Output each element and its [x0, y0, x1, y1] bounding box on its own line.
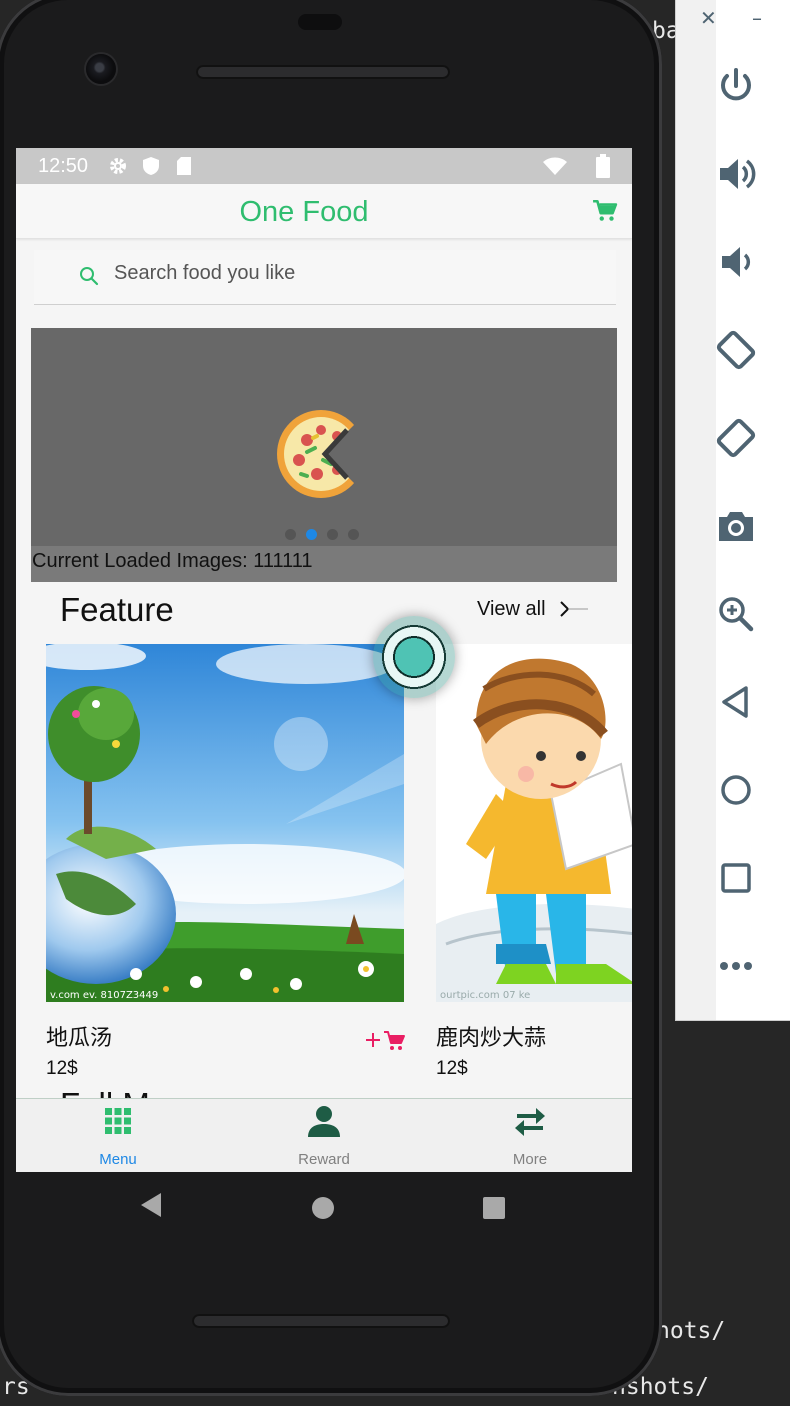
shield-icon: [143, 157, 159, 175]
chevron-right-icon[interactable]: [556, 598, 588, 620]
home-icon[interactable]: [714, 768, 758, 812]
pizza-loading-icon: [277, 408, 373, 502]
nav-label-menu: Menu: [99, 1151, 137, 1168]
banner-pager: [285, 529, 365, 541]
nav-recent-icon[interactable]: [483, 1197, 505, 1219]
food-name-2: 鹿肉炒大蒜: [436, 1025, 547, 1050]
volume-up-icon[interactable]: [714, 152, 758, 196]
food-image-2[interactable]: ourtpic.com 07 ke: [436, 644, 632, 1002]
pager-dot[interactable]: [327, 529, 338, 540]
banner-caption: Current Loaded Images: 111111: [31, 546, 617, 582]
overview-icon[interactable]: [714, 856, 758, 900]
app-title: One Food: [239, 196, 369, 228]
toolbar-strip: [676, 0, 716, 1020]
bottom-speaker: [192, 1314, 450, 1328]
power-icon[interactable]: [714, 64, 758, 108]
bottom-navigation: Menu Reward More: [16, 1098, 632, 1172]
phone-notch: [298, 14, 342, 30]
view-all-link[interactable]: View all: [477, 598, 546, 621]
rotate-left-icon[interactable]: [714, 328, 758, 372]
swap-arrows-icon: [515, 1108, 545, 1136]
top-speaker: [196, 65, 450, 79]
cart-icon[interactable]: [592, 198, 618, 224]
volume-down-icon[interactable]: [714, 240, 758, 284]
pager-dot[interactable]: [285, 529, 296, 540]
watermark-2: ourtpic.com 07 ke: [440, 990, 530, 1001]
zoom-in-icon[interactable]: [714, 592, 758, 636]
nav-back-icon[interactable]: [136, 1190, 166, 1220]
battery-icon: [596, 154, 610, 178]
minimize-icon[interactable]: –: [752, 6, 762, 30]
feature-title: Feature: [60, 591, 174, 628]
add-to-cart-icon[interactable]: [364, 1028, 406, 1052]
front-camera: [86, 54, 116, 84]
search-bar[interactable]: Search food you like: [34, 250, 616, 305]
nav-item-menu[interactable]: Menu: [58, 1105, 178, 1168]
settings-icon: [110, 158, 126, 174]
app-bar: One Food: [16, 184, 632, 239]
search-icon: [80, 267, 99, 286]
camera-icon[interactable]: [714, 504, 758, 548]
watermark-1: v.com ev. 8107Z3449: [50, 990, 158, 1001]
rotate-right-icon[interactable]: [714, 416, 758, 460]
status-bar: 12:50: [16, 148, 632, 184]
sd-card-icon: [177, 157, 191, 175]
food-image-1[interactable]: v.com ev. 8107Z3449: [46, 644, 404, 1002]
close-icon[interactable]: ✕: [700, 6, 717, 30]
pager-dot[interactable]: [348, 529, 359, 540]
nav-item-more[interactable]: More: [470, 1105, 590, 1168]
touch-indicator: [373, 616, 455, 698]
back-icon[interactable]: [714, 680, 758, 724]
nav-item-reward[interactable]: Reward: [264, 1105, 384, 1168]
more-icon[interactable]: [714, 944, 758, 988]
food-price-1: 12$: [46, 1058, 78, 1079]
nav-label-reward: Reward: [298, 1151, 350, 1168]
terminal-text-middle: hots/: [656, 1318, 726, 1344]
pager-dot-active[interactable]: [306, 529, 317, 540]
food-price-2: 12$: [436, 1058, 468, 1079]
status-time: 12:50: [38, 155, 89, 177]
wifi-icon: [543, 157, 567, 175]
person-icon: [308, 1106, 340, 1137]
image-banner[interactable]: Current Loaded Images: 111111: [31, 328, 617, 582]
emulator-toolbar: ✕ –: [675, 0, 790, 1021]
search-input[interactable]: Search food you like: [114, 262, 295, 285]
food-name-1: 地瓜汤: [46, 1025, 113, 1050]
nav-label-more: More: [512, 1151, 548, 1168]
grid-icon: [105, 1108, 131, 1134]
nav-home-icon[interactable]: [311, 1196, 335, 1220]
phone-screen: 12:50 One Food Search food you like Curr…: [16, 148, 632, 1172]
